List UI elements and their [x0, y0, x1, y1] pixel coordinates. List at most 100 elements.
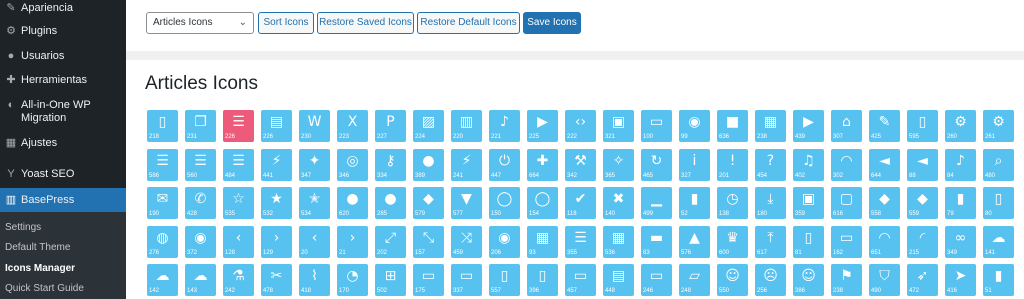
icon-tile[interactable]: ◉ 372 [185, 225, 216, 258]
icon-tile[interactable]: ▭ 100 [641, 110, 672, 142]
icon-tile[interactable]: ◆ 579 [413, 187, 444, 219]
icon-tile[interactable]: i 327 [679, 148, 710, 181]
icon-tile[interactable]: › 129 [261, 225, 292, 258]
icon-tile[interactable]: ▦ 536 [603, 225, 634, 258]
icon-tile[interactable]: ☆ 535 [223, 187, 254, 219]
icon-tile[interactable]: ⚙ 261 [983, 110, 1014, 142]
icon-tile[interactable]: ✭ 534 [299, 187, 330, 219]
icon-tile[interactable]: ⤓ 180 [755, 187, 786, 219]
icon-tile[interactable]: ☰ 484 [223, 148, 254, 181]
icon-tile[interactable]: ☁ 142 [147, 264, 178, 296]
icon-tile[interactable]: ♫ 402 [793, 148, 824, 181]
icon-tile[interactable]: ▁ 499 [641, 187, 672, 219]
icon-tile[interactable]: ☰ 226 [223, 110, 254, 142]
icon-tile[interactable]: ▨ 224 [413, 110, 444, 142]
icon-tile[interactable]: ! 201 [717, 148, 748, 181]
icon-tile[interactable]: ⚒ 342 [565, 148, 596, 181]
icon-tile[interactable]: ▦ 93 [527, 225, 558, 258]
icon-tile[interactable]: ● 285 [375, 187, 406, 219]
icon-tile[interactable]: ◯ 154 [527, 187, 558, 219]
icon-tile[interactable]: ⤡ 157 [413, 225, 444, 258]
icon-tile[interactable]: ▦ 238 [755, 110, 786, 142]
sidebar-item-herramientas[interactable]: ✚ Herramientas [0, 74, 126, 88]
icon-tile[interactable]: P 227 [375, 110, 406, 142]
icon-tile[interactable]: ⤒ 617 [755, 225, 786, 258]
icon-tile[interactable]: ⌕ 480 [983, 148, 1014, 181]
icon-tile[interactable]: ⚗ 242 [223, 264, 254, 296]
icon-tile[interactable]: ✂ 478 [261, 264, 292, 296]
icon-tile[interactable]: ▣ 359 [793, 187, 824, 219]
icon-tile[interactable]: ▤ 226 [261, 110, 292, 142]
restore-default-icons-button[interactable]: Restore Default Icons [417, 12, 520, 34]
submenu-item-quick-start[interactable]: Quick Start Guide [5, 283, 84, 294]
icon-tile[interactable]: ▼ 577 [451, 187, 482, 219]
sidebar-item-yoast[interactable]: Y Yoast SEO [0, 168, 126, 182]
icon-tile[interactable]: ▭ 175 [413, 264, 444, 296]
icon-tile[interactable]: › 21 [337, 225, 368, 258]
icon-tile[interactable]: ⚡ 441 [261, 148, 292, 181]
icon-tile[interactable]: ⚷ 334 [375, 148, 406, 181]
icon-tile[interactable]: ▮ 51 [983, 264, 1014, 296]
icon-tile[interactable]: W 230 [299, 110, 330, 142]
icon-tile[interactable]: ◯ 150 [489, 187, 520, 219]
icon-tile[interactable]: ◉ 206 [489, 225, 520, 258]
icon-tile[interactable]: ✉ 190 [147, 187, 178, 219]
icon-tile[interactable]: ◄ 644 [869, 148, 900, 181]
icon-tile[interactable]: ☁ 143 [185, 264, 216, 296]
icon-tile[interactable]: ➤ 416 [945, 264, 976, 296]
icon-tile[interactable]: ‹ 20 [299, 225, 330, 258]
icon-tile[interactable]: ‹› 222 [565, 110, 596, 142]
icon-tile[interactable]: ♪ 221 [489, 110, 520, 142]
icon-tile[interactable]: ▢ 616 [831, 187, 862, 219]
icon-tile[interactable]: ● 620 [337, 187, 368, 219]
submenu-item-settings[interactable]: Settings [5, 222, 41, 233]
icon-tile[interactable]: ⏻ 447 [489, 148, 520, 181]
icon-tile[interactable]: ♛ 600 [717, 225, 748, 258]
icon-tile[interactable]: ▭ 457 [565, 264, 596, 296]
icon-tile[interactable]: ■ 636 [717, 110, 748, 142]
icon-tile[interactable]: ✆ 428 [185, 187, 216, 219]
restore-saved-icons-button[interactable]: Restore Saved Icons [317, 12, 414, 34]
icon-tile[interactable]: ✔ 118 [565, 187, 596, 219]
sidebar-item-ajustes[interactable]: ▦ Ajustes [0, 137, 126, 151]
icon-tile[interactable]: ⤨ 459 [451, 225, 482, 258]
icon-tile[interactable]: ☰ 586 [147, 148, 178, 181]
icon-tile[interactable]: ∞ 349 [945, 225, 976, 258]
icon-tile[interactable]: X 223 [337, 110, 368, 142]
icon-tile[interactable]: ☺ 550 [717, 264, 748, 296]
icon-tile[interactable]: ▯ 218 [147, 110, 178, 142]
icon-tile[interactable]: ➶ 472 [907, 264, 938, 296]
icon-tile[interactable]: ◷ 138 [717, 187, 748, 219]
icon-tile[interactable]: ▭ 246 [641, 264, 672, 296]
icon-tile[interactable]: ◆ 559 [907, 187, 938, 219]
icon-tile[interactable]: ❐ 231 [185, 110, 216, 142]
icon-tile[interactable]: ▲ 576 [679, 225, 710, 258]
icon-tile[interactable]: ▥ 220 [451, 110, 482, 142]
icon-tile[interactable]: ▱ 248 [679, 264, 710, 296]
icon-tile[interactable]: ⌇ 418 [299, 264, 330, 296]
icon-tile[interactable]: ▶ 439 [793, 110, 824, 142]
icon-tile[interactable]: ▬ 83 [641, 225, 672, 258]
icon-tile[interactable]: ◉ 99 [679, 110, 710, 142]
icon-tile[interactable]: ⊞ 502 [375, 264, 406, 296]
icon-tile[interactable]: ✧ 365 [603, 148, 634, 181]
icon-tile[interactable]: ▤ 448 [603, 264, 634, 296]
icon-tile[interactable]: ♪ 84 [945, 148, 976, 181]
icon-tile[interactable]: ⤢ 202 [375, 225, 406, 258]
icon-set-select[interactable]: Articles Icons ⌄ [146, 12, 254, 34]
icon-tile[interactable]: ◎ 346 [337, 148, 368, 181]
submenu-item-icons-manager[interactable]: Icons Manager [5, 263, 75, 274]
icon-tile[interactable]: ▶ 225 [527, 110, 558, 142]
sort-icons-button[interactable]: Sort Icons [258, 12, 314, 34]
icon-tile[interactable]: ▯ 557 [489, 264, 520, 296]
sidebar-item-usuarios[interactable]: ● Usuarios [0, 50, 126, 64]
icon-tile[interactable]: ✖ 140 [603, 187, 634, 219]
icon-tile[interactable]: ⌂ 307 [831, 110, 862, 142]
icon-tile[interactable]: ☁ 141 [983, 225, 1014, 258]
icon-tile[interactable]: ⛉ 490 [869, 264, 900, 296]
icon-tile[interactable]: ✎ 425 [869, 110, 900, 142]
icon-tile[interactable]: ▯ 396 [527, 264, 558, 296]
icon-tile[interactable]: ✚ 664 [527, 148, 558, 181]
submenu-item-default-theme[interactable]: Default Theme [5, 242, 70, 253]
icon-tile[interactable]: ▮ 79 [945, 187, 976, 219]
